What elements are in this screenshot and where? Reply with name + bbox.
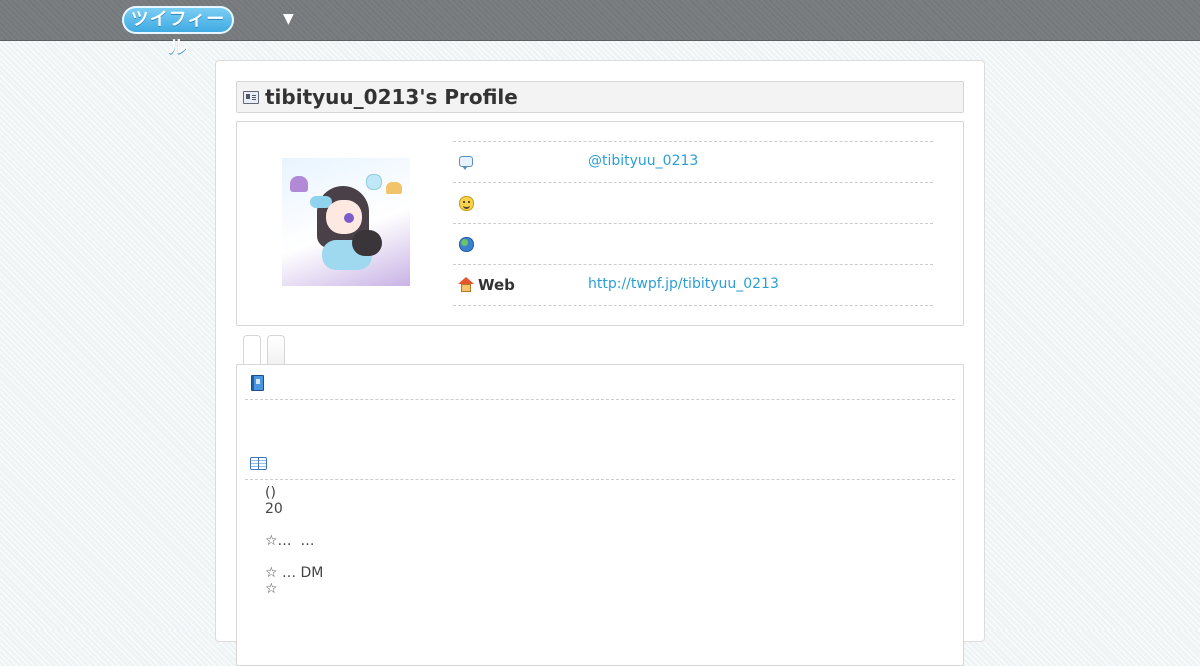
twiprofile-logo[interactable]: ツイフィール <box>122 6 234 58</box>
page-title: tibityuu_0213's Profile <box>265 85 518 109</box>
bio-line: ☆… … <box>265 533 315 549</box>
avatar[interactable] <box>282 158 410 286</box>
info-row-twitter: @tibityuu_0213 <box>453 141 933 182</box>
top-navigation-bar: ツイフィール ▼ <box>0 0 1200 58</box>
section-header-2 <box>245 445 955 480</box>
bio-text: () 20 ☆… … ☆ … DM ☆ <box>265 485 323 597</box>
info-row-mood <box>453 182 933 223</box>
smiley-icon <box>458 195 474 211</box>
house-icon <box>458 277 474 293</box>
bio-line: ☆ <box>265 581 278 597</box>
section-header-1 <box>245 365 955 400</box>
website-link[interactable]: http://twpf.jp/tibityuu_0213 <box>588 276 779 292</box>
avatar-cupcake-drawing <box>290 176 308 192</box>
web-label: Web <box>478 276 515 294</box>
tab-content-panel: () 20 ☆… … ☆ … DM ☆ <box>236 364 964 666</box>
profile-title-bar: tibityuu_0213's Profile <box>236 81 964 113</box>
profile-container: tibityuu_0213's Profile @tibityuu_0213 W… <box>215 60 985 666</box>
tab-1[interactable] <box>243 335 261 367</box>
twitter-handle-link[interactable]: @tibityuu_0213 <box>588 153 698 169</box>
blue-book-icon <box>251 375 264 391</box>
profile-info-table: @tibityuu_0213 Web http://twpf.jp/tibity… <box>453 141 933 306</box>
speech-bubble-icon <box>458 154 474 170</box>
bio-line: 20 <box>265 501 283 517</box>
info-row-location <box>453 223 933 264</box>
avatar-candy-drawing <box>366 174 382 190</box>
id-card-icon <box>243 91 259 104</box>
bio-line <box>265 549 323 565</box>
tab-2[interactable] <box>267 335 285 366</box>
open-book-icon <box>250 457 267 470</box>
globe-icon <box>458 236 474 252</box>
profile-card: @tibityuu_0213 Web http://twpf.jp/tibity… <box>236 121 964 326</box>
avatar-eye-drawing <box>344 213 354 223</box>
avatar-cat-drawing <box>352 230 382 256</box>
menu-dropdown-toggle[interactable]: ▼ <box>283 10 299 28</box>
info-row-web: Web http://twpf.jp/tibityuu_0213 <box>453 264 933 306</box>
avatar-pudding-drawing <box>386 182 402 194</box>
bio-line: ☆ … DM <box>265 565 324 581</box>
bio-line: () <box>265 485 276 501</box>
bio-line <box>265 517 323 533</box>
